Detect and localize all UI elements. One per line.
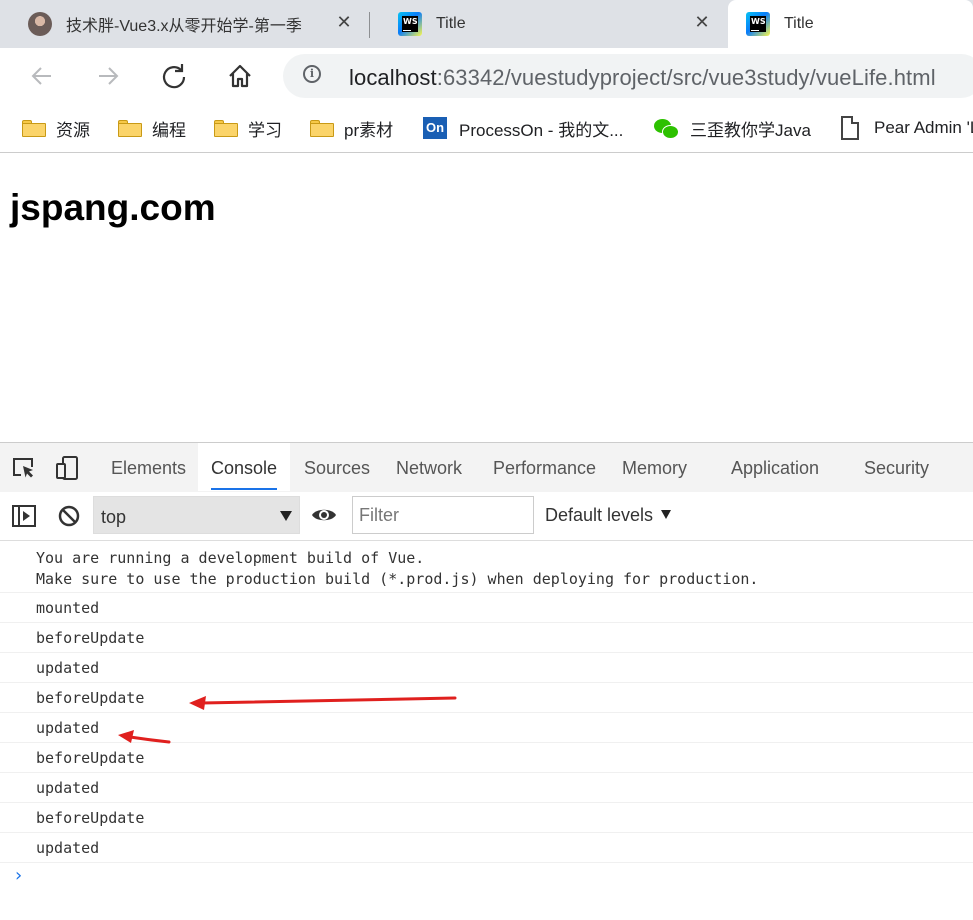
log-levels-dropdown[interactable]: Default levels bbox=[545, 505, 672, 526]
console-message: updated bbox=[0, 773, 973, 803]
console-messages: You are running a development build of V… bbox=[0, 540, 973, 863]
bookmarks-bar: 资源 编程 学习 pr素材 On ProcessOn - 我的文... 三歪教你… bbox=[0, 103, 973, 153]
back-arrow-icon bbox=[31, 67, 51, 85]
tab-sources[interactable]: Sources bbox=[291, 443, 383, 491]
bookmark-label: 资源 bbox=[56, 120, 90, 140]
tab-performance[interactable]: Performance bbox=[480, 443, 609, 491]
webstorm-icon: WS bbox=[746, 12, 770, 36]
close-icon[interactable]: ✕ bbox=[692, 13, 712, 33]
tab-security[interactable]: Security bbox=[851, 443, 942, 491]
browser-tab-2[interactable]: WS Title ✕ bbox=[370, 0, 726, 48]
dropdown-arrow-icon bbox=[661, 510, 672, 519]
close-icon[interactable]: ✕ bbox=[334, 13, 354, 33]
avatar-icon bbox=[28, 12, 52, 36]
info-icon[interactable]: i bbox=[303, 65, 321, 83]
wechat-icon bbox=[654, 117, 679, 139]
tab-memory[interactable]: Memory bbox=[609, 443, 700, 491]
address-bar[interactable]: i localhost:63342/vuestudyproject/src/vu… bbox=[283, 54, 973, 98]
folder-icon bbox=[22, 119, 46, 137]
bookmark-folder-programming[interactable]: 编程 bbox=[118, 116, 186, 140]
tab-elements[interactable]: Elements bbox=[98, 443, 199, 491]
devtools-tab-bar: Elements Console Sources Network Perform… bbox=[0, 443, 973, 493]
console-message: beforeUpdate bbox=[0, 803, 973, 833]
bookmark-processon[interactable]: On ProcessOn - 我的文... bbox=[423, 116, 623, 140]
browser-tab-1[interactable]: 技术胖-Vue3.x从零开始学-第一季 ✕ bbox=[0, 0, 368, 48]
webstorm-icon: WS bbox=[398, 12, 422, 36]
tab-console[interactable]: Console bbox=[198, 443, 291, 491]
bookmark-label: Pear Admin 'Layui bbox=[874, 118, 973, 137]
bookmark-wechat-java[interactable]: 三歪教你学Java bbox=[654, 116, 811, 140]
show-sidebar-icon[interactable] bbox=[11, 504, 37, 528]
home-button[interactable] bbox=[222, 58, 258, 94]
page-icon bbox=[841, 116, 859, 140]
console-filter-input[interactable] bbox=[352, 496, 534, 534]
live-expression-eye-icon[interactable] bbox=[310, 504, 338, 526]
reload-icon bbox=[162, 64, 186, 89]
url-text: localhost:63342/vuestudyproject/src/vue3… bbox=[349, 65, 936, 90]
tab-title: Title bbox=[784, 15, 814, 32]
console-message: updated bbox=[0, 833, 973, 863]
console-message: updated bbox=[0, 653, 973, 683]
bookmark-label: 三歪教你学Java bbox=[690, 120, 811, 140]
bookmark-label: 学习 bbox=[248, 120, 282, 140]
dropdown-arrow-icon bbox=[280, 511, 292, 521]
devtools-panel: Elements Console Sources Network Perform… bbox=[0, 442, 973, 920]
console-message: beforeUpdate bbox=[0, 743, 973, 773]
forward-arrow-icon bbox=[99, 67, 119, 85]
console-prompt[interactable]: › bbox=[13, 865, 24, 886]
device-toolbar-icon[interactable] bbox=[55, 456, 81, 480]
console-message: beforeUpdate bbox=[0, 683, 973, 713]
context-selector[interactable]: top bbox=[93, 496, 300, 534]
bookmark-folder-resources[interactable]: 资源 bbox=[22, 116, 90, 140]
tab-strip: 技术胖-Vue3.x从零开始学-第一季 ✕ WS Title ✕ WS Titl… bbox=[0, 0, 973, 48]
browser-tab-active[interactable]: WS Title bbox=[728, 0, 973, 48]
bookmark-label: 编程 bbox=[152, 120, 186, 140]
inspect-element-icon[interactable] bbox=[11, 456, 37, 480]
reload-button[interactable] bbox=[156, 58, 192, 94]
tab-application[interactable]: Application bbox=[718, 443, 832, 491]
folder-icon bbox=[214, 119, 238, 137]
bookmark-label: pr素材 bbox=[344, 120, 394, 140]
home-icon bbox=[229, 64, 251, 88]
forward-button[interactable] bbox=[90, 58, 126, 94]
bookmark-pear-admin[interactable]: Pear Admin 'Layui bbox=[841, 116, 973, 140]
page-heading: jspang.com bbox=[10, 187, 216, 228]
bookmark-folder-study[interactable]: 学习 bbox=[214, 116, 282, 140]
folder-icon bbox=[118, 119, 142, 137]
bookmark-folder-pr[interactable]: pr素材 bbox=[310, 116, 393, 140]
folder-icon bbox=[310, 119, 334, 137]
console-message: beforeUpdate bbox=[0, 623, 973, 653]
console-message: updated bbox=[0, 713, 973, 743]
browser-toolbar: i localhost:63342/vuestudyproject/src/vu… bbox=[0, 48, 973, 103]
tab-title: Title bbox=[436, 15, 466, 32]
bookmark-label: ProcessOn - 我的文... bbox=[459, 120, 624, 140]
clear-console-icon[interactable] bbox=[57, 504, 81, 528]
page-viewport: jspang.com bbox=[0, 153, 973, 442]
tab-network[interactable]: Network bbox=[383, 443, 475, 491]
back-button[interactable] bbox=[24, 58, 60, 94]
console-message: mounted bbox=[0, 593, 973, 623]
console-toolbar: top Default levels bbox=[0, 492, 973, 541]
processon-icon: On bbox=[423, 117, 447, 139]
tab-title: 技术胖-Vue3.x从零开始学-第一季 bbox=[66, 18, 302, 35]
console-message: You are running a development build of V… bbox=[0, 540, 973, 593]
context-value: top bbox=[101, 507, 127, 527]
